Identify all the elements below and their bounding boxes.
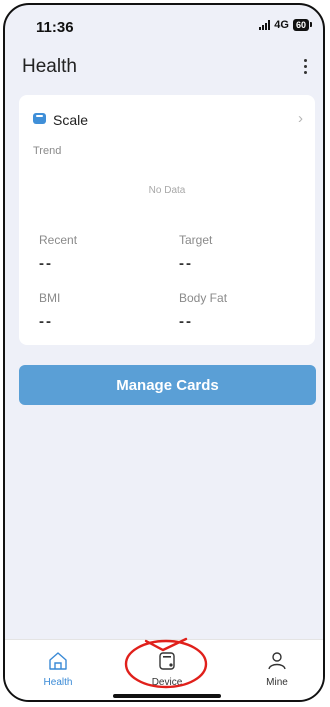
chevron-right-icon: › — [298, 110, 303, 127]
body-fat-label: Body Fat — [179, 291, 228, 305]
bmi-value: -- — [39, 313, 53, 330]
app-header: Health — [5, 47, 323, 87]
target-label: Target — [179, 233, 213, 247]
target-value: -- — [179, 255, 193, 272]
tab-mine-label: Mine — [266, 677, 288, 688]
network-type: 4G — [274, 19, 289, 31]
bottom-tab-bar: Health Device Mine — [5, 639, 323, 700]
tab-device[interactable]: Device — [127, 640, 207, 700]
recent-value: -- — [39, 255, 53, 272]
more-vertical-icon[interactable] — [293, 53, 317, 79]
trend-label: Trend — [33, 145, 62, 157]
body-fat-value: -- — [179, 313, 193, 330]
device-icon — [159, 652, 175, 670]
page-title: Health — [22, 56, 77, 77]
battery-level: 60 — [295, 20, 306, 30]
signal-icon — [259, 20, 271, 30]
home-indicator — [113, 694, 221, 698]
scale-card-title: Scale — [53, 112, 89, 128]
no-data-text: No Data — [148, 185, 186, 196]
tab-mine[interactable]: Mine — [237, 640, 317, 700]
phone-screen: 11:36 4G 60 Health Scale › Trend No Data… — [3, 3, 325, 702]
status-time: 11:36 — [36, 19, 74, 36]
manage-cards-button[interactable]: Manage Cards — [19, 365, 316, 405]
recent-label: Recent — [39, 233, 78, 247]
scale-card-header[interactable]: Scale › — [19, 95, 315, 135]
scale-icon — [33, 113, 46, 124]
tab-device-label: Device — [151, 677, 183, 688]
home-icon — [49, 652, 67, 670]
battery-icon: 60 — [292, 19, 313, 31]
bmi-label: BMI — [39, 291, 61, 305]
person-icon — [268, 652, 286, 670]
tab-health[interactable]: Health — [18, 640, 98, 700]
tab-health-label: Health — [43, 677, 73, 688]
status-indicators: 4G 60 — [259, 19, 313, 31]
scale-card: Scale › Trend No Data Recent -- Target -… — [19, 95, 315, 345]
status-bar: 11:36 4G 60 — [5, 5, 323, 47]
